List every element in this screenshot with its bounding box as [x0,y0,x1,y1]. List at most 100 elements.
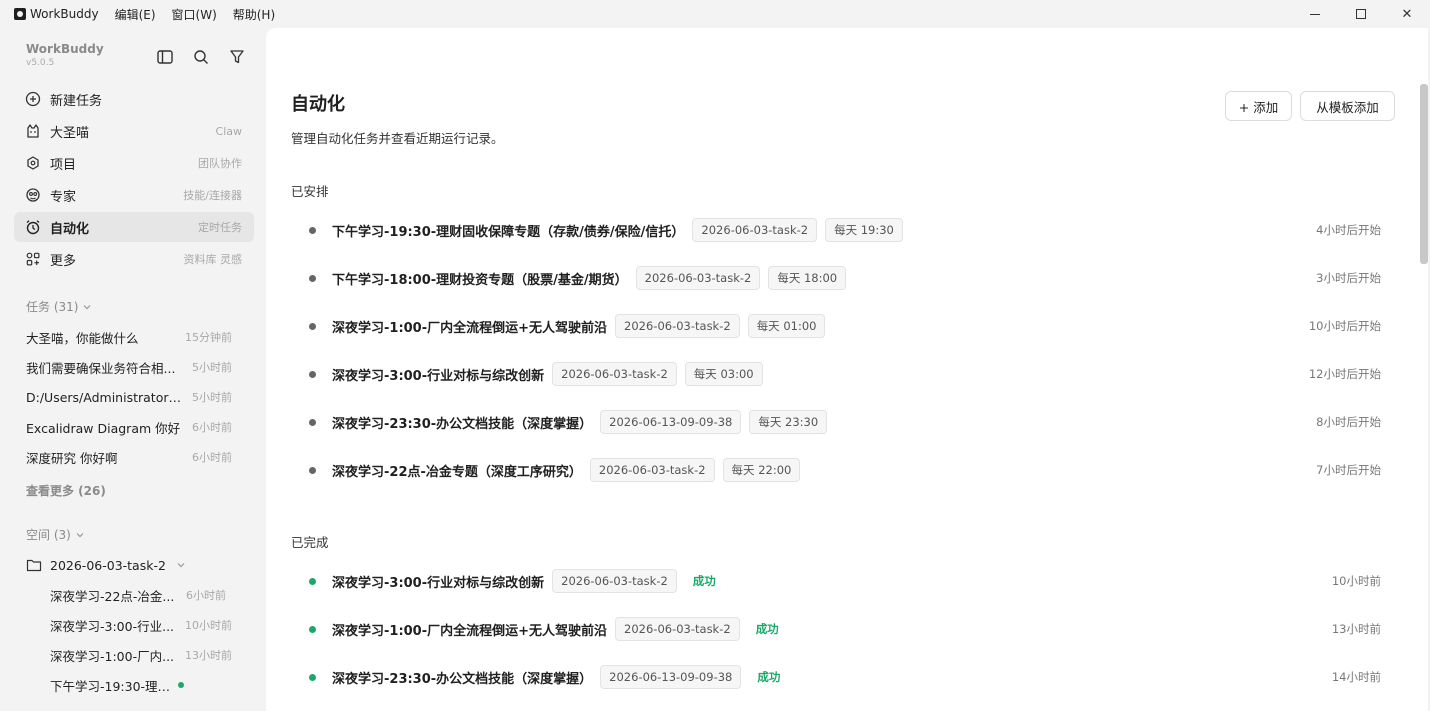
sidebar-tools [156,48,246,66]
automation-title: 深夜学习-3:00-行业对标与综改创新 [332,368,545,384]
status-dot [309,274,316,282]
workspace-item[interactable]: 深夜学习-1:00-厂内... 13小时前 [50,640,232,670]
search-icon[interactable] [192,48,210,66]
brand: WorkBuddy v5.0.5 [26,42,104,68]
status-dot [309,625,316,633]
status-dot [309,322,316,330]
workspace-item-time: 6小时前 [186,589,226,602]
nav-new-task[interactable]: 新建任务 [14,84,254,114]
spaces-header-label: 空间 (3) [26,528,71,542]
workspace-tag: 2026-06-03-task-2 [615,617,740,641]
workspace-item-title: 下午学习-19:30-理财... [50,678,178,694]
workspace-item-title: 深夜学习-3:00-行业... [50,618,175,634]
task-item[interactable]: 我们需要确保业务符合相... 5小时前 [26,352,232,382]
brand-version: v5.0.5 [26,58,55,68]
task-item[interactable]: Excalidraw Diagram 你好 6小时前 [26,412,232,442]
add-from-template-button[interactable]: 从模板添加 [1300,91,1395,121]
nav-expert[interactable]: 专家 技能/连接器 [14,180,254,210]
automation-title: 深夜学习-23:30-办公文档技能（深度掌握） [332,416,593,432]
status-dot [309,577,316,585]
status-dot [309,226,316,234]
menu-edit[interactable]: 编辑(E) [115,6,156,23]
nav-hint: Claw [215,124,242,138]
nav-hint: 技能/连接器 [183,189,242,202]
chevron-down-icon [177,563,185,568]
folder-name: 2026-06-03-task-2 [50,557,166,573]
workspace-tag: 2026-06-03-task-2 [552,569,677,593]
completed-section-label: 已完成 [291,535,329,550]
nav-dashengmiao[interactable]: 大圣喵 Claw [14,116,254,146]
task-item[interactable]: 深度研究 你好啊 6小时前 [26,442,232,472]
workspace-folder[interactable]: 2026-06-03-task-2 [26,552,186,578]
schedule-tag: 每天 18:00 [768,266,847,290]
filter-icon[interactable] [228,48,246,66]
automation-title: 深夜学习-1:00-厂内全流程倒运+无人驾驶前沿 [332,623,608,639]
task-item[interactable]: 大圣喵，你能做什么 15分钟前 [26,322,232,352]
scheduled-row[interactable]: 下午学习-18:00-理财投资专题（股票/基金/期货） 2026-06-03-t… [291,254,1391,302]
run-time: 14小时前 [1331,670,1381,684]
scheduled-row[interactable]: 深夜学习-22点-冶金专题（深度工序研究） 2026-06-03-task-2 … [291,446,1391,494]
toggle-sidebar-icon[interactable] [156,48,174,66]
workspace-tag: 2026-06-13-09-09-38 [600,665,742,689]
next-run: 12小时后开始 [1308,367,1381,381]
nav-label: 更多 [50,253,77,269]
scrollbar[interactable] [1420,84,1428,264]
workspace-tag: 2026-06-13-09-09-38 [600,410,742,434]
page-title: 自动化 [291,94,345,115]
workspace-item[interactable]: 下午学习-19:30-理财... [50,670,232,700]
chevron-down-icon [84,304,91,309]
add-button[interactable]: + 添加 [1225,91,1292,121]
task-title: 深度研究 你好啊 [26,450,118,466]
close-icon: ✕ [1401,6,1413,22]
maximize-button[interactable] [1338,0,1384,28]
scheduled-row[interactable]: 深夜学习-1:00-厂内全流程倒运+无人驾驶前沿 2026-06-03-task… [291,302,1391,350]
task-time: 6小时前 [192,421,232,434]
scheduled-row[interactable]: 深夜学习-3:00-行业对标与综改创新 2026-06-03-task-2 每天… [291,350,1391,398]
scheduled-row[interactable]: 深夜学习-23:30-办公文档技能（深度掌握） 2026-06-13-09-09… [291,398,1391,446]
nav-label: 大圣喵 [50,125,90,141]
alarm-clock-icon [24,218,42,236]
status-dot [309,673,316,681]
scheduled-list: 下午学习-19:30-理财固收保障专题（存款/债券/保险/信托） 2026-06… [291,206,1391,494]
status-badge: 成功 [692,574,716,588]
task-title: Excalidraw Diagram 你好 [26,420,181,436]
completed-row[interactable]: 深夜学习-23:30-办公文档技能（深度掌握） 2026-06-13-09-09… [291,653,1391,701]
workspace-tag: 2026-06-03-task-2 [589,458,715,482]
run-time: 10小时前 [1331,574,1381,588]
spaces-section-header[interactable]: 空间 (3) [26,526,85,543]
workspace-tag: 2026-06-03-task-2 [552,362,677,386]
task-title: D:/Users/Administrator/... [26,389,184,405]
completed-list: 深夜学习-3:00-行业对标与综改创新 2026-06-03-task-2 成功… [291,557,1391,701]
workspace-item-time: 13小时前 [185,649,232,662]
menu-window[interactable]: 窗口(W) [172,6,217,23]
workspace-item[interactable]: 深夜学习-22点-冶金... 6小时前 [50,580,232,610]
completed-row[interactable]: 深夜学习-1:00-厂内全流程倒运+无人驾驶前沿 2026-06-03-task… [291,605,1391,653]
main-panel: 自动化 管理自动化任务并查看近期运行记录。 + 添加 从模板添加 已安排 下午学… [266,28,1428,711]
nav-project[interactable]: 项目 团队协作 [14,148,254,178]
nav-automation[interactable]: 自动化 定时任务 [14,212,254,242]
sidebar: WorkBuddy v5.0.5 新建任务 大圣喵 Claw 项目 团队协作 专… [0,28,266,711]
next-run: 8小时后开始 [1316,415,1381,429]
workspace-item[interactable]: 深夜学习-3:00-行业... 10小时前 [50,610,232,640]
grid-icon [24,250,42,268]
automation-title: 下午学习-18:00-理财投资专题（股票/基金/期货） [332,272,628,288]
page-subtitle: 管理自动化任务并查看近期运行记录。 [291,131,504,146]
close-button[interactable]: ✕ [1384,0,1430,28]
chevron-down-icon [76,532,84,537]
project-icon [24,154,42,172]
task-item[interactable]: D:/Users/Administrator/... 5小时前 [26,382,232,412]
app-logo-icon [14,8,26,20]
scheduled-row[interactable]: 下午学习-19:30-理财固收保障专题（存款/债券/保险/信托） 2026-06… [291,206,1391,254]
menu-help[interactable]: 帮助(H) [233,6,275,23]
see-more-link[interactable]: 查看更多 (26) [26,482,106,499]
tasks-section-header[interactable]: 任务 (31) [26,298,92,315]
minimize-button[interactable] [1292,0,1338,28]
schedule-tag: 每天 03:00 [684,362,763,386]
task-time: 5小时前 [192,391,232,404]
nav-hint: 团队协作 [198,157,242,170]
workspace-tag: 2026-06-03-task-2 [692,218,818,242]
minimize-icon [1310,13,1320,15]
nav-more[interactable]: 更多 资料库 灵感 [14,244,254,274]
completed-row[interactable]: 深夜学习-3:00-行业对标与综改创新 2026-06-03-task-2 成功… [291,557,1391,605]
task-time: 5小时前 [192,361,232,374]
